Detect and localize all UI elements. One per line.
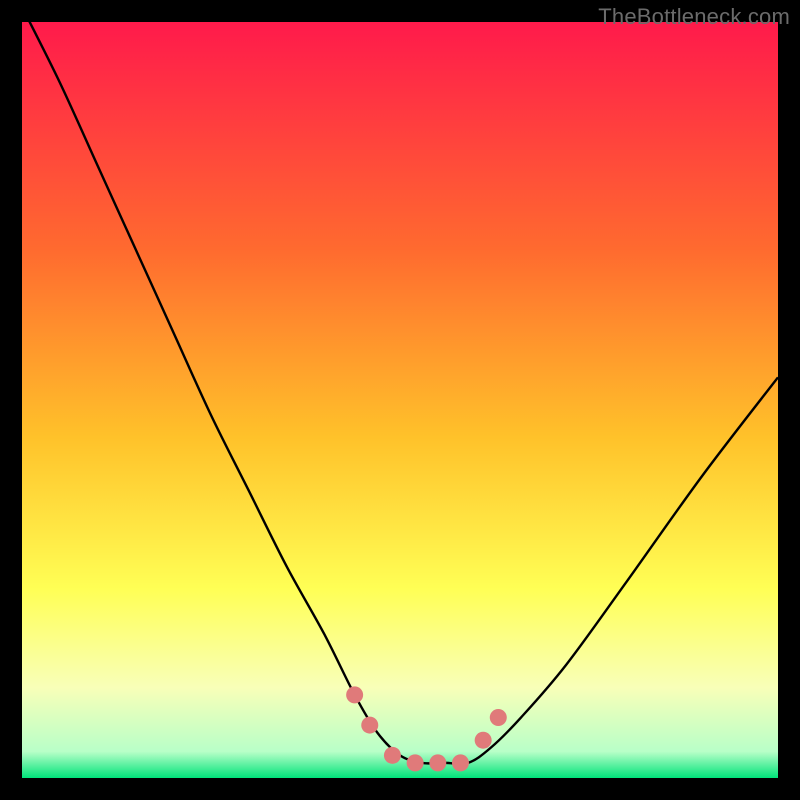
plot-area — [22, 22, 778, 778]
highlight-marker — [361, 717, 378, 734]
highlight-marker — [490, 709, 507, 726]
chart-svg — [22, 22, 778, 778]
chart-frame: TheBottleneck.com — [0, 0, 800, 800]
highlight-marker — [429, 754, 446, 771]
highlight-marker — [346, 686, 363, 703]
highlight-marker — [475, 732, 492, 749]
highlight-marker — [452, 754, 469, 771]
highlight-marker — [407, 754, 424, 771]
watermark-label: TheBottleneck.com — [598, 4, 790, 30]
highlight-marker — [384, 747, 401, 764]
gradient-background — [22, 22, 778, 778]
